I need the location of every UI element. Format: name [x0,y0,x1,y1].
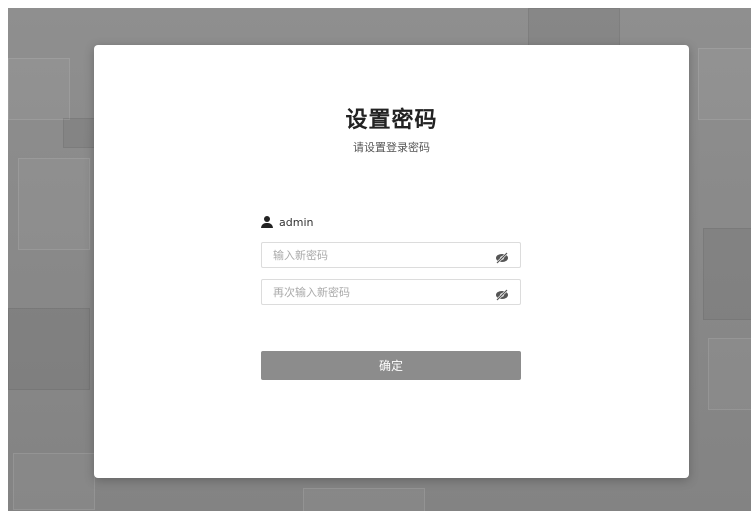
current-user: admin [261,214,313,230]
eye-slash-icon[interactable] [495,286,509,301]
background-tile [703,228,751,320]
page-title: 设置密码 [345,108,438,133]
background-tile [708,338,751,410]
page-background: 设置密码 请设置登录密码 admin 确定 [8,8,751,511]
confirm-password-field [261,279,521,305]
new-password-field [261,242,521,268]
new-password-input[interactable] [262,243,493,267]
background-tile [13,453,95,510]
background-tile [18,158,90,250]
username-label: admin [279,215,314,229]
background-tile [528,8,620,47]
eye-slash-icon[interactable] [495,249,509,264]
user-icon [261,216,273,228]
confirm-button[interactable]: 确定 [261,351,521,380]
background-tile [303,488,425,511]
background-tile [698,48,751,120]
background-tile [8,308,90,390]
page-subtitle: 请设置登录密码 [353,141,430,154]
confirm-password-input[interactable] [262,280,493,304]
set-password-card: 设置密码 请设置登录密码 admin 确定 [94,45,689,478]
background-tile [8,58,70,120]
